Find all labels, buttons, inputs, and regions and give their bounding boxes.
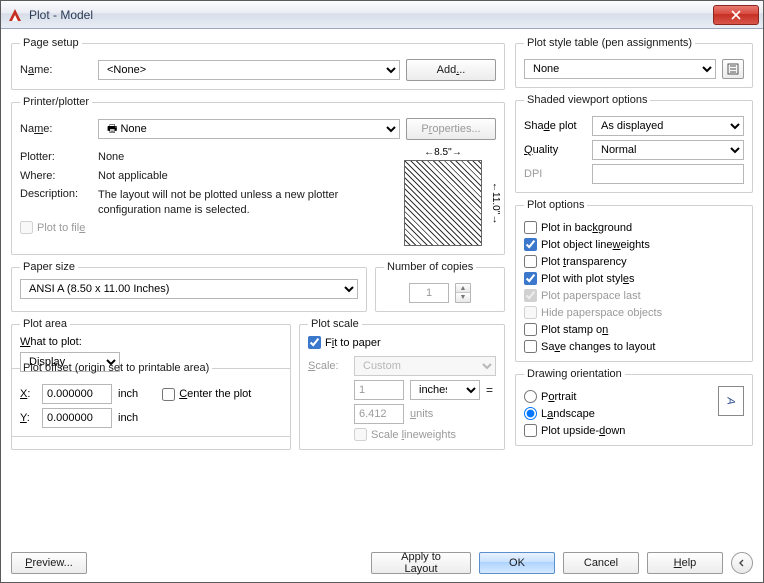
fit-to-paper-checkbox[interactable]: Fit to paper — [308, 336, 381, 349]
description-value: The layout will not be plotted unless a … — [98, 188, 390, 218]
app-icon — [7, 7, 23, 23]
shaded-group: Shaded viewport options Shade plot As dis… — [515, 94, 753, 193]
copies-input — [409, 283, 449, 303]
equals-sign: = — [486, 383, 493, 397]
style-table-edit-button[interactable] — [722, 59, 744, 79]
hide-paperspace-checkbox: Hide paperspace objects — [524, 306, 662, 319]
paper-size-select[interactable]: ANSI A (8.50 x 11.00 Inches) — [20, 279, 358, 299]
plot-options-group: Plot options Plot in background Plot obj… — [515, 199, 753, 362]
plotter-value: None — [98, 150, 124, 165]
where-label: Where: — [20, 170, 92, 182]
dpi-input — [592, 164, 744, 184]
units-label: units — [410, 408, 433, 420]
scale-lineweights-checkbox: Scale lineweights — [354, 428, 456, 441]
help-button[interactable]: Help — [647, 552, 723, 574]
paper-preview: ←8.5''→ ←11.0''→ — [404, 160, 482, 246]
apply-to-layout-button[interactable]: Apply to Layout — [371, 552, 471, 574]
plot-options-legend: Plot options — [524, 199, 587, 211]
upside-down-checkbox[interactable]: Plot upside-down — [524, 424, 625, 437]
cancel-button[interactable]: Cancel — [563, 552, 639, 574]
y-unit: inch — [118, 412, 138, 424]
add-button[interactable]: Add... — [406, 59, 496, 81]
copies-spinner: ▲▼ — [455, 283, 471, 303]
plot-paperspace-checkbox: Plot paperspace last — [524, 289, 641, 302]
properties-button: Properties... — [406, 118, 496, 140]
style-table-legend: Plot style table (pen assignments) — [524, 37, 695, 49]
plotter-label: Plotter: — [20, 151, 92, 163]
window-title: Plot - Model — [29, 8, 93, 22]
plot-to-file-checkbox: Plot to file — [20, 221, 85, 234]
x-input[interactable] — [42, 384, 112, 404]
dialog-body: Page setup Name: <None> Add... Printer/p… — [1, 29, 763, 582]
description-label: Description: — [20, 188, 92, 200]
plot-bg-checkbox[interactable]: Plot in background — [524, 221, 632, 234]
plot-offset-group: Plot offset (origin set to printable are… — [11, 362, 291, 437]
what-to-plot-label: What to plot: — [20, 336, 282, 348]
x-label: X: — [20, 388, 36, 400]
printer-name-select[interactable]: 🖶 None — [98, 119, 400, 139]
plot-scale-group: Plot scale Fit to paper Scale: Custom in… — [299, 318, 505, 450]
scale-numerator-input — [354, 380, 404, 400]
page-setup-name-select[interactable]: <None> — [98, 60, 400, 80]
portrait-radio[interactable]: Portrait — [524, 390, 576, 403]
quality-label: Quality — [524, 144, 586, 156]
scale-unit-select[interactable]: inches — [410, 380, 480, 400]
printer-group: Printer/plotter Name: 🖶 None Properties.… — [11, 96, 505, 255]
copies-group: Number of copies ▲▼ — [375, 261, 505, 312]
preview-height: ←11.0''→ — [490, 161, 501, 245]
plot-dialog: Plot - Model Page setup Name: <None> Add… — [0, 0, 764, 583]
x-unit: inch — [118, 388, 138, 400]
titlebar[interactable]: Plot - Model — [1, 1, 763, 29]
quality-select[interactable]: Normal — [592, 140, 744, 160]
scale-label: Scale: — [308, 360, 348, 372]
dpi-label: DPI — [524, 168, 586, 180]
plot-trans-checkbox[interactable]: Plot transparency — [524, 255, 627, 268]
page-setup-legend: Page setup — [20, 37, 82, 49]
plot-stamp-checkbox[interactable]: Plot stamp on — [524, 323, 608, 336]
orientation-group: Drawing orientation Portrait Landscape P… — [515, 368, 753, 446]
page-setup-group: Page setup Name: <None> Add... — [11, 37, 505, 90]
scale-select: Custom — [354, 356, 496, 376]
copies-legend: Number of copies — [384, 261, 476, 273]
shade-plot-label: Shade plot — [524, 120, 586, 132]
paper-size-group: Paper size ANSI A (8.50 x 11.00 Inches) — [11, 261, 367, 312]
y-label: Y: — [20, 412, 36, 424]
printer-legend: Printer/plotter — [20, 96, 92, 108]
style-table-select[interactable]: None — [524, 59, 716, 79]
center-plot-checkbox[interactable]: Center the plot — [162, 388, 251, 401]
ok-button[interactable]: OK — [479, 552, 555, 574]
plot-scale-legend: Plot scale — [308, 318, 362, 330]
chevron-left-icon — [738, 559, 746, 567]
plot-offset-legend: Plot offset (origin set to printable are… — [20, 362, 212, 374]
preview-width: ←8.5''→ — [405, 147, 481, 158]
plot-lw-checkbox[interactable]: Plot object lineweights — [524, 238, 650, 251]
dialog-footer: Preview... Apply to Layout OK Cancel Hel… — [11, 546, 753, 574]
paper-size-legend: Paper size — [20, 261, 78, 273]
preview-button[interactable]: Preview... — [11, 552, 87, 574]
collapse-button[interactable] — [731, 552, 753, 574]
style-table-group: Plot style table (pen assignments) None — [515, 37, 753, 88]
where-value: Not applicable — [98, 169, 168, 184]
scale-units-input — [354, 404, 404, 424]
y-input[interactable] — [42, 408, 112, 428]
close-icon — [731, 10, 741, 20]
save-layout-checkbox[interactable]: Save changes to layout — [524, 340, 655, 353]
orientation-legend: Drawing orientation — [524, 368, 625, 380]
plot-area-legend: Plot area — [20, 318, 70, 330]
close-button[interactable] — [713, 5, 759, 25]
page-setup-name-label: Name: — [20, 64, 92, 76]
edit-icon — [727, 63, 739, 75]
landscape-radio[interactable]: Landscape — [524, 407, 595, 420]
orientation-icon: A — [718, 386, 744, 416]
printer-name-label: Name: — [20, 123, 92, 135]
shaded-legend: Shaded viewport options — [524, 94, 650, 106]
plot-styles-checkbox[interactable]: Plot with plot styles — [524, 272, 635, 285]
shade-plot-select[interactable]: As displayed — [592, 116, 744, 136]
